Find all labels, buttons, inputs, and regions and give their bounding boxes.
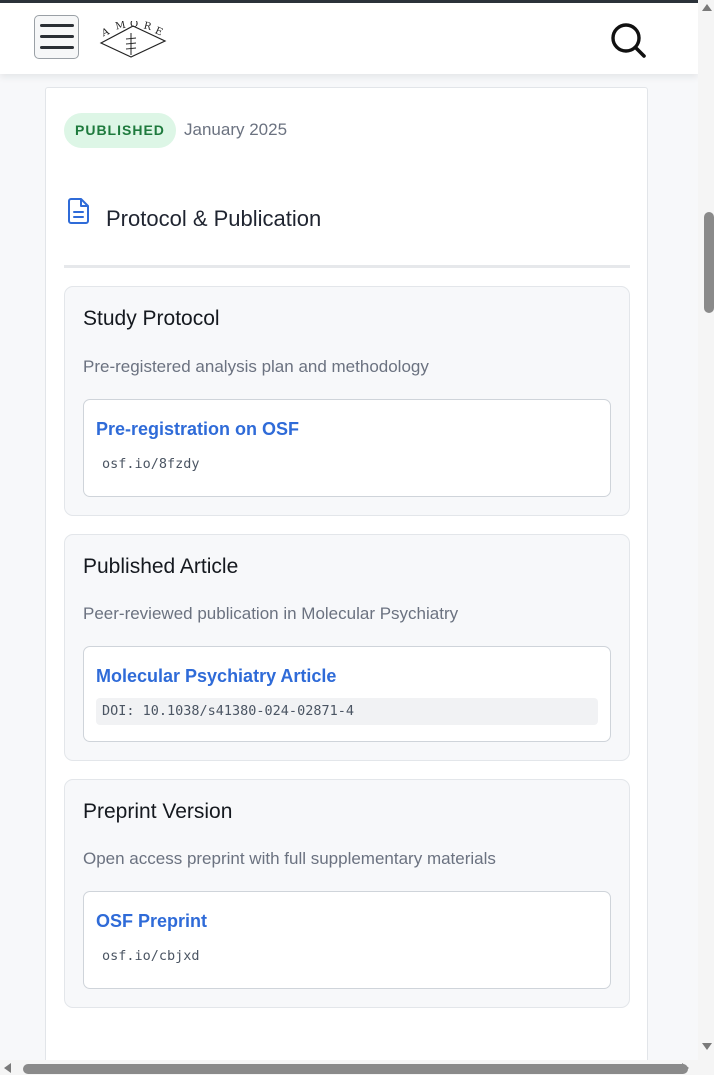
preprint-version-card: Preprint Version Open access preprint wi… [64,779,630,1008]
menu-button[interactable] [34,15,79,59]
section-title: Protocol & Publication [106,206,322,231]
card-description: Pre-registered analysis plan and methodo… [83,357,429,376]
card-title: Preprint Version [83,800,233,823]
link-box: OSF Preprint osf.io/cbjxd [83,891,611,989]
document-icon [67,197,91,230]
scroll-up-arrow-icon[interactable] [702,4,712,11]
top-navbar: A M O R E [0,3,698,74]
card-title: Study Protocol [83,307,220,330]
card-description: Peer-reviewed publication in Molecular P… [83,604,459,623]
published-article-card: Published Article Peer-reviewed publicat… [64,534,630,761]
molecular-psychiatry-article-link[interactable]: Molecular Psychiatry Article [96,666,336,687]
vertical-scrollbar[interactable] [698,0,714,1060]
scroll-down-arrow-icon[interactable] [702,1043,712,1050]
amore-logo[interactable]: A M O R E [99,19,167,66]
horizontal-scroll-thumb[interactable] [23,1064,688,1074]
link-url: osf.io/8fzdy [102,456,200,472]
section-divider [64,265,630,268]
link-box: Molecular Psychiatry Article DOI: 10.103… [83,646,611,742]
svg-text:R: R [142,21,152,33]
search-icon [611,23,646,58]
hamburger-menu-icon-bar-3 [40,46,74,49]
status-badge: PUBLISHED [64,113,176,148]
hamburger-menu-icon-bar-1 [40,24,74,27]
hamburger-menu-icon-bar-2 [40,35,74,38]
osf-preregistration-link[interactable]: Pre-registration on OSF [96,419,299,440]
publication-date: January 2025 [184,120,288,139]
link-url: osf.io/cbjxd [102,948,200,964]
vertical-scroll-thumb[interactable] [704,212,714,313]
svg-text:O: O [130,21,138,30]
card-description: Open access preprint with full supplemen… [83,849,496,868]
card-title: Published Article [83,555,239,578]
scroll-left-arrow-icon[interactable] [4,1063,11,1073]
link-box: Pre-registration on OSF osf.io/8fzdy [83,399,611,497]
osf-preprint-link[interactable]: OSF Preprint [96,911,207,932]
doi-code: DOI: 10.1038/s41380-024-02871-4 [96,698,598,725]
search-button[interactable] [608,21,648,61]
study-protocol-card: Study Protocol Pre-registered analysis p… [64,286,630,516]
